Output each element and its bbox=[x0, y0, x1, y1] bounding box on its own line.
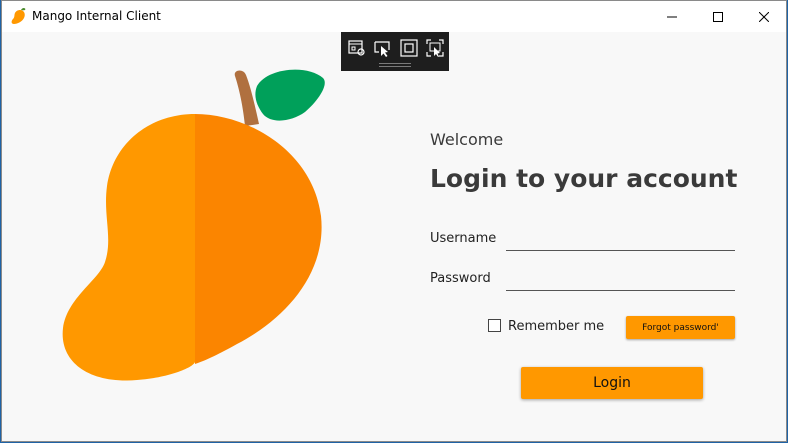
track-focus-icon[interactable] bbox=[425, 38, 445, 58]
select-element-icon[interactable] bbox=[347, 38, 367, 58]
layout-adorner-icon[interactable] bbox=[399, 38, 419, 58]
maximize-button[interactable] bbox=[695, 1, 741, 32]
forgot-password-button[interactable]: Forgot password' bbox=[626, 316, 735, 339]
remember-me-label[interactable]: Remember me bbox=[508, 319, 604, 334]
minimize-button[interactable] bbox=[649, 1, 695, 32]
app-window: Mango Internal Client Welcome Login to y… bbox=[1, 0, 787, 442]
window-title: Mango Internal Client bbox=[32, 9, 161, 23]
title-bar[interactable]: Mango Internal Client bbox=[2, 1, 786, 32]
maximize-icon bbox=[713, 11, 723, 22]
close-button[interactable] bbox=[741, 1, 786, 32]
close-icon bbox=[759, 11, 769, 22]
toolbar-grip[interactable] bbox=[379, 63, 411, 67]
page-title: Login to your account bbox=[430, 164, 738, 193]
username-field[interactable] bbox=[506, 230, 735, 251]
mango-illustration bbox=[62, 69, 325, 381]
remember-me-checkbox[interactable] bbox=[488, 319, 501, 332]
welcome-text: Welcome bbox=[430, 130, 504, 149]
mango-app-icon bbox=[11, 8, 26, 24]
debug-toolbar bbox=[341, 32, 449, 71]
username-label: Username bbox=[430, 231, 497, 246]
password-label: Password bbox=[430, 271, 491, 286]
minimize-icon bbox=[667, 16, 677, 17]
password-field[interactable] bbox=[506, 270, 735, 291]
login-button[interactable]: Login bbox=[521, 367, 703, 399]
pointer-select-icon[interactable] bbox=[373, 38, 393, 58]
